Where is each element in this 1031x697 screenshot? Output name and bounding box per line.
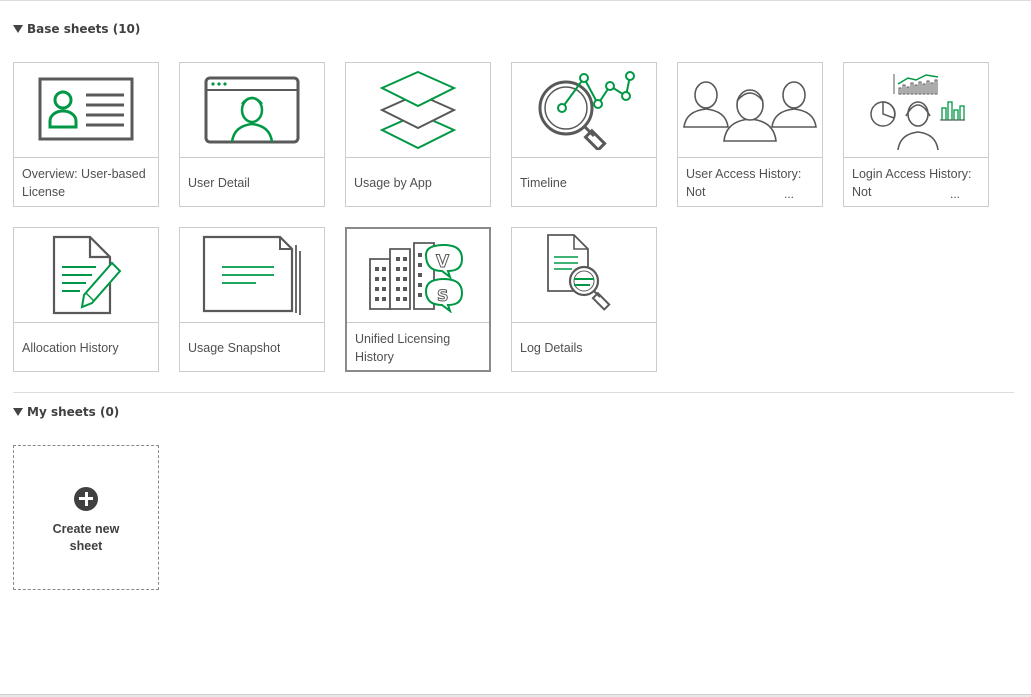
sheet-card-label: Usage Snapshot (188, 341, 281, 355)
sheet-card-label: User Detail (188, 176, 250, 190)
buildings-license-icon: V S (369, 241, 464, 313)
users-group-icon (683, 81, 817, 142)
sheet-card-allocation-history[interactable]: Allocation History (13, 227, 159, 372)
sheet-thumbnail (844, 63, 988, 158)
sheet-thumbnail (14, 228, 158, 323)
base-sheets-grid: Overview: User-based License User Detail (13, 62, 989, 372)
stacked-documents-icon (202, 235, 301, 315)
sheet-card-usage-by-app[interactable]: Usage by App (345, 62, 491, 207)
svg-text:V: V (436, 252, 450, 272)
magnifier-trend-icon (538, 71, 635, 150)
collapse-triangle-icon (13, 408, 23, 416)
sheet-card-user-detail[interactable]: User Detail (179, 62, 325, 207)
sheet-card-usage-snapshot[interactable]: Usage Snapshot (179, 227, 325, 372)
sheet-thumbnail (512, 63, 656, 158)
sheet-card-label: Login Access History: Not (852, 167, 972, 199)
sheet-card-timeline[interactable]: Timeline (511, 62, 657, 207)
sheet-card-overview[interactable]: Overview: User-based License (13, 62, 159, 207)
sheet-card-label: Allocation History (22, 341, 119, 355)
base-sheets-header[interactable]: Base sheets (10) (13, 22, 140, 36)
sheet-card-label: Timeline (520, 176, 567, 190)
document-search-icon (547, 234, 611, 311)
user-window-icon (204, 76, 300, 144)
sheet-thumbnail (180, 63, 324, 158)
sheet-thumbnail (512, 228, 656, 323)
my-sheets-title: My sheets (0) (27, 405, 120, 419)
sheet-card-unified-licensing-history[interactable]: V S Unified Licensing History (345, 227, 491, 372)
sheet-card-login-access-history[interactable]: Login Access History: Not ... (843, 62, 989, 207)
top-border (0, 0, 1031, 1)
base-sheets-title: Base sheets (10) (27, 22, 141, 36)
create-new-sheet-label: Create new sheet (52, 521, 120, 553)
sheet-card-label: Overview: User-based License (22, 167, 146, 199)
sheet-thumbnail (346, 63, 490, 158)
sheet-thumbnail (14, 63, 158, 158)
collapse-triangle-icon (13, 25, 23, 33)
my-sheets-header[interactable]: My sheets (0) (13, 405, 119, 419)
sheet-thumbnail (180, 228, 324, 323)
section-divider (13, 392, 1014, 393)
user-analytics-icon (870, 74, 965, 150)
sheet-thumbnail: V S (347, 229, 489, 323)
sheet-card-label: Unified Licensing History (355, 332, 451, 364)
svg-text:S: S (437, 286, 449, 305)
sheet-card-user-access-history[interactable]: User Access History: Not ... (677, 62, 823, 207)
sheet-thumbnail (678, 63, 822, 158)
sheet-card-label: User Access History: Not (686, 167, 802, 199)
document-pencil-icon (52, 235, 122, 315)
layers-icon (379, 70, 457, 150)
sheet-card-log-details[interactable]: Log Details (511, 227, 657, 372)
plus-circle-icon (74, 486, 98, 511)
sheet-card-label: Usage by App (354, 176, 432, 190)
create-new-sheet-button[interactable]: Create new sheet (13, 445, 159, 590)
id-card-icon (38, 77, 134, 141)
truncation-ellipsis: ... (783, 187, 794, 201)
sheet-card-label: Log Details (520, 341, 583, 355)
truncation-ellipsis: ... (949, 187, 960, 201)
